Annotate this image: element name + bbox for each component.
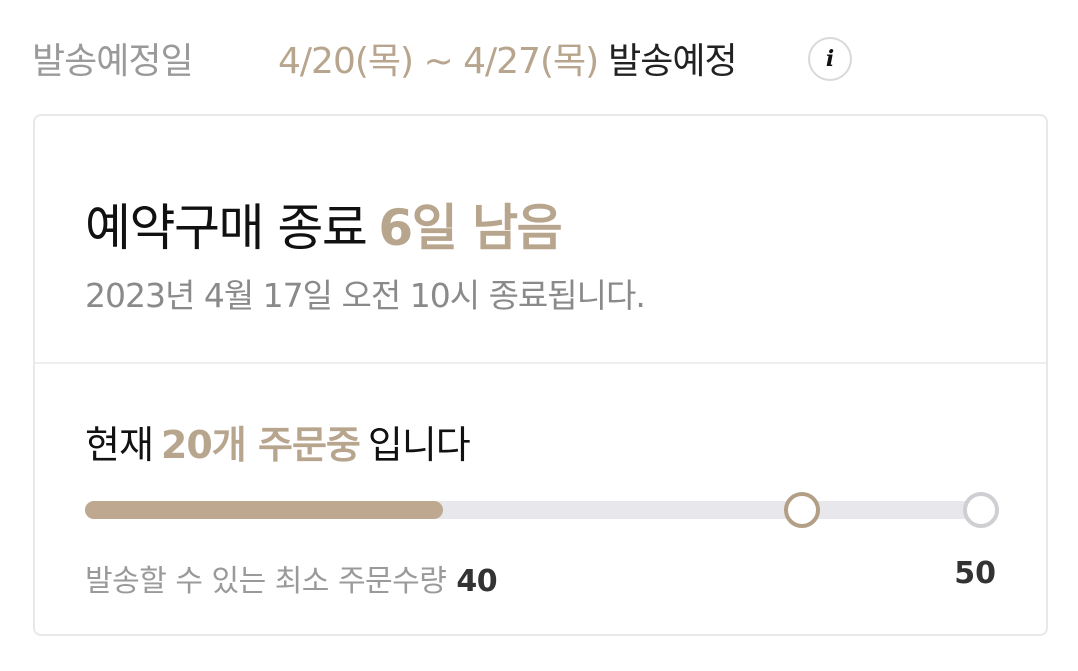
shipping-suffix: 발송예정 [608,41,737,82]
deadline-title: 예약구매 종료 6일 남음 [85,188,563,260]
min-order-text: 발송할 수 있는 최소 주문수량 [85,564,447,599]
order-status-prefix: 현재 [85,423,154,467]
max-order-value: 50 [954,556,996,591]
shipping-dates: 4/20(목) ~ 4/27(목) 발송예정 [278,32,738,84]
order-progress-bar [85,492,999,528]
divider [35,362,1046,364]
order-progress-fill [85,501,444,519]
deadline-remaining: 6일 남음 [378,199,562,257]
max-order-marker [963,492,999,528]
min-order-label: 발송할 수 있는 최소 주문수량 40 [85,556,498,600]
deadline-label: 예약구매 종료 [85,199,368,257]
info-icon[interactable]: i [808,37,852,81]
order-current-count: 20개 주문중 [160,423,361,467]
min-order-value: 40 [456,564,498,599]
shipping-row: 발송예정일 4/20(목) ~ 4/27(목) 발송예정 i [0,0,1078,115]
shipping-label: 발송예정일 [32,41,194,82]
shipping-date-range: 4/20(목) ~ 4/27(목) [278,41,599,82]
min-order-marker [783,492,820,528]
deadline-subtitle: 2023년 4월 17일 오전 10시 종료됩니다. [85,276,646,315]
order-status-suffix: 입니다 [367,423,471,467]
preorder-card: 예약구매 종료 6일 남음 2023년 4월 17일 오전 10시 종료됩니다. … [33,114,1048,636]
order-status: 현재 20개 주문중 입니다 [85,414,471,469]
